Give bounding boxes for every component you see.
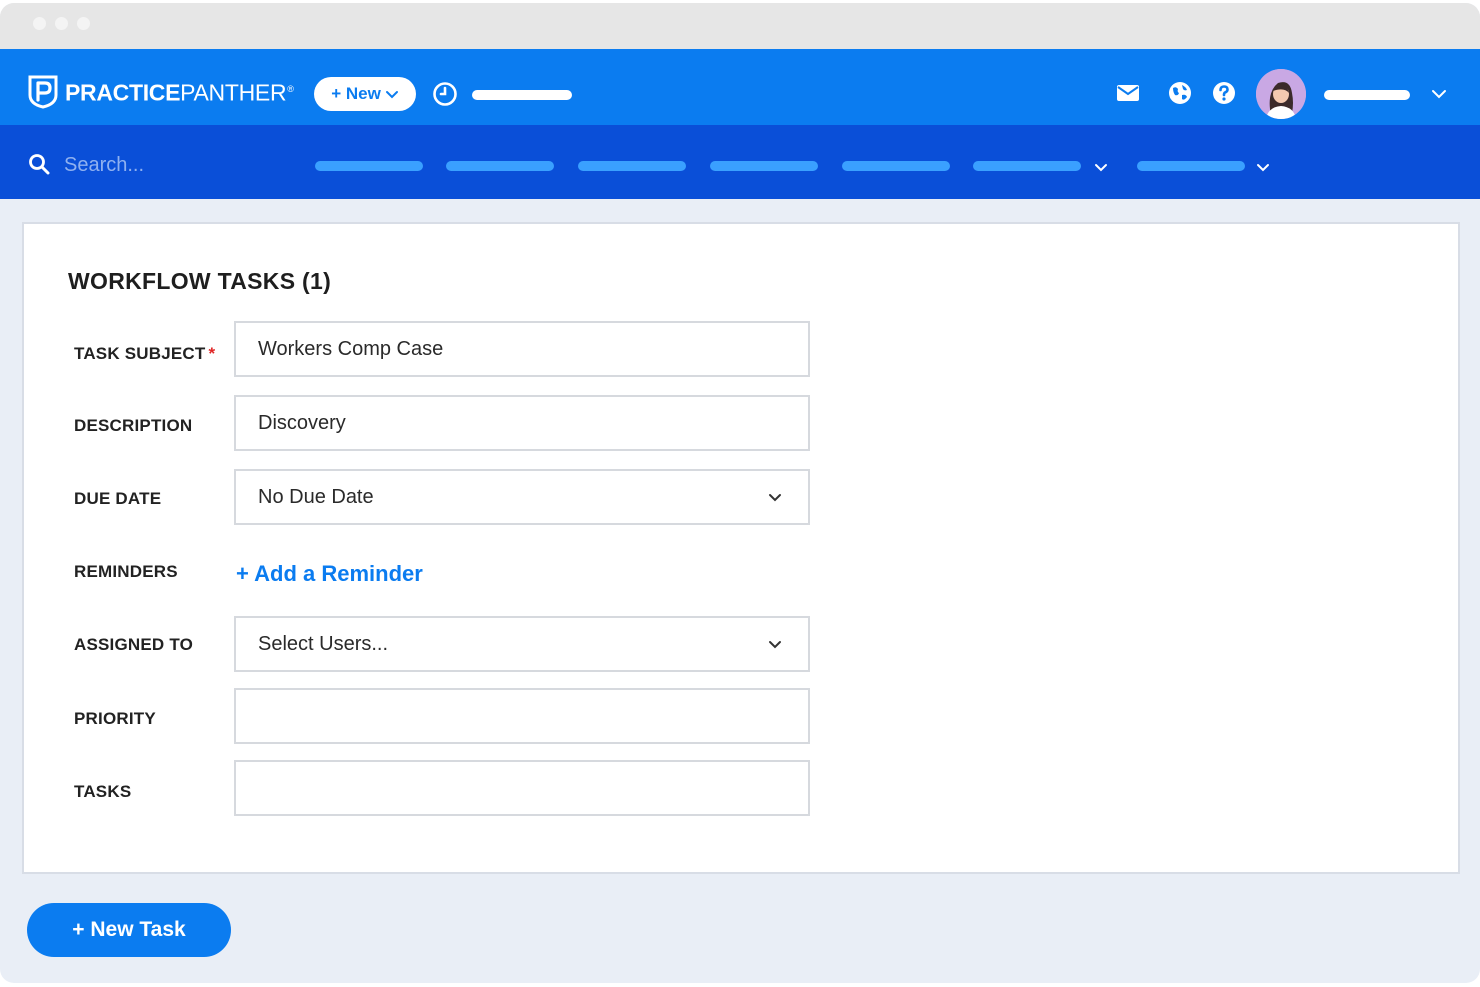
description-label: DESCRIPTION	[74, 416, 193, 435]
window-titlebar	[0, 3, 1480, 49]
chevron-down-icon[interactable]	[1255, 160, 1271, 176]
timer-placeholder-bar	[472, 90, 572, 100]
assigned-to-select[interactable]: Select Users...	[234, 616, 810, 672]
new-button-label: + New	[331, 84, 381, 103]
window-dot-maximize[interactable]	[77, 17, 90, 30]
main-navbar	[0, 125, 1480, 199]
app-window: PRACTICEPANTHER® + New Search... WORKFLO…	[0, 3, 1480, 983]
nav-item-6[interactable]	[973, 161, 1081, 171]
due-date-label: DUE DATE	[74, 489, 162, 508]
window-dot-close[interactable]	[33, 17, 46, 30]
nav-item-7[interactable]	[1137, 161, 1245, 171]
priority-label: PRIORITY	[74, 709, 156, 728]
tasks-field[interactable]	[234, 760, 810, 816]
search-icon	[29, 154, 50, 175]
avatar[interactable]	[1256, 69, 1306, 119]
assigned-to-label: ASSIGNED TO	[74, 635, 194, 654]
nav-item-4[interactable]	[710, 161, 818, 171]
reminders-label: REMINDERS	[74, 562, 178, 581]
new-task-label: + New Task	[72, 918, 186, 941]
help-icon[interactable]	[1211, 80, 1237, 106]
due-date-value: No Due Date	[258, 485, 374, 508]
nav-item-5[interactable]	[842, 161, 950, 171]
task-subject-field[interactable]: Workers Comp Case	[234, 321, 810, 377]
page-title: WORKFLOW TASKS (1)	[68, 268, 332, 294]
window-dot-minimize[interactable]	[55, 17, 68, 30]
user-avatar-icon	[1256, 69, 1306, 119]
required-marker: *	[208, 344, 216, 363]
chevron-down-icon[interactable]	[1093, 160, 1109, 176]
clock-icon[interactable]	[432, 81, 458, 107]
panther-logo-icon	[28, 75, 58, 109]
tasks-label: TASKS	[74, 782, 132, 801]
nav-item-1[interactable]	[315, 161, 423, 171]
nav-item-2[interactable]	[446, 161, 554, 171]
description-value: Discovery	[258, 411, 346, 434]
assigned-to-value: Select Users...	[258, 632, 389, 655]
due-date-select[interactable]: No Due Date	[234, 469, 810, 525]
priority-field[interactable]	[234, 688, 810, 744]
logo-wordmark: PRACTICEPANTHER®	[65, 79, 294, 106]
chevron-down-icon[interactable]	[1430, 85, 1448, 103]
practicepanther-logo[interactable]: PRACTICEPANTHER®	[25, 71, 294, 111]
nav-item-3[interactable]	[578, 161, 686, 171]
chevron-down-icon	[769, 494, 781, 502]
chevron-down-icon	[769, 641, 781, 649]
username-placeholder-bar	[1324, 90, 1410, 100]
new-button[interactable]: + New	[314, 77, 416, 111]
top-header: PRACTICEPANTHER® + New	[0, 49, 1480, 125]
description-field[interactable]: Discovery	[234, 395, 810, 451]
task-subject-value: Workers Comp Case	[258, 337, 444, 360]
chevron-down-icon	[385, 91, 398, 99]
new-task-button[interactable]: + New Task	[27, 903, 231, 957]
workflow-tasks-card: WORKFLOW TASKS (1) TASK SUBJECT * Workers…	[22, 222, 1460, 874]
task-subject-label: TASK SUBJECT *	[74, 344, 216, 363]
globe-icon[interactable]	[1167, 80, 1193, 106]
mail-icon[interactable]	[1115, 80, 1141, 106]
add-reminder-link[interactable]: + Add a Reminder	[236, 561, 423, 587]
search-input[interactable]	[64, 150, 264, 180]
